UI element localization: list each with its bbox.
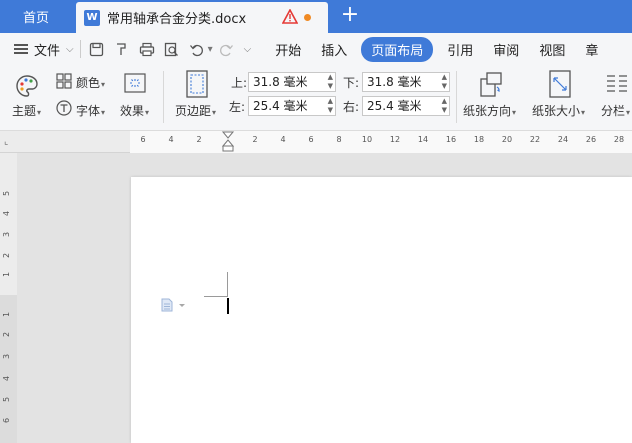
file-menu[interactable]: 文件 xyxy=(34,40,60,59)
indent-marker-icon[interactable] xyxy=(222,131,234,153)
tab-insert[interactable]: 插入 xyxy=(321,40,347,59)
tab-references[interactable]: 引用 xyxy=(447,40,473,59)
warning-icon[interactable] xyxy=(282,9,298,24)
ruler-tick: 6 xyxy=(140,135,146,144)
print-icon[interactable] xyxy=(137,39,157,59)
right-margin-label: 右: xyxy=(343,100,360,114)
ruler-tick: 5 xyxy=(2,190,12,197)
ruler-tick: 28 xyxy=(613,135,625,144)
hamburger-icon[interactable] xyxy=(14,44,28,54)
margins-button[interactable]: 页边距▾ xyxy=(175,102,216,119)
ribbon-divider xyxy=(163,71,164,123)
ruler-tick: 8 xyxy=(336,135,342,144)
ruler-tick: 6 xyxy=(308,135,314,144)
left-margin-label: 左: xyxy=(229,100,246,114)
tab-start[interactable]: 开始 xyxy=(275,40,301,59)
print-preview-icon[interactable] xyxy=(162,39,182,59)
wps-writer-icon: W xyxy=(84,9,100,26)
tab-strip: 首页 W 常用轴承合金分类.docx + xyxy=(0,0,632,33)
ruler-tick: 10 xyxy=(361,135,373,144)
ruler-tick: 18 xyxy=(473,135,485,144)
customize-qa-icon[interactable]: ⌵ xyxy=(244,44,252,55)
font-button[interactable]: 字体▾ xyxy=(76,102,105,119)
ruler-tick: 2 xyxy=(2,252,12,259)
tab-chapter[interactable]: 章 xyxy=(585,40,598,59)
ruler-tick: 2 xyxy=(2,331,12,338)
bottom-margin-input[interactable]: 31.8 毫米 ▲ ▼ xyxy=(362,72,450,92)
theme-button[interactable]: 主题▾ xyxy=(12,102,41,119)
top-margin-input[interactable]: 31.8 毫米 ▲ ▼ xyxy=(248,72,336,92)
effect-button[interactable]: 效果▾ xyxy=(120,102,149,119)
document-title: 常用轴承合金分类.docx xyxy=(107,12,247,27)
paper-size-icon[interactable] xyxy=(549,70,571,98)
chevron-down-icon[interactable]: ⌵ xyxy=(66,44,74,55)
save-icon[interactable] xyxy=(87,39,107,59)
left-margin-input[interactable]: 25.4 毫米 ▲ ▼ xyxy=(248,96,336,116)
ruler-tick: 3 xyxy=(2,231,12,238)
margin-crop-mark xyxy=(204,296,228,297)
tab-view[interactable]: 视图 xyxy=(539,40,565,59)
ribbon-divider xyxy=(456,71,457,123)
columns-icon[interactable] xyxy=(606,73,628,95)
tab-home[interactable]: 首页 xyxy=(0,0,72,33)
text-cursor xyxy=(227,298,229,314)
vertical-ruler[interactable]: 5 4 3 2 1 1 2 3 4 5 6 xyxy=(0,153,17,443)
bottom-margin-label: 下: xyxy=(343,76,360,90)
undo-dropdown-icon[interactable]: ▾ xyxy=(208,44,213,55)
tab-page-layout[interactable]: 页面布局 xyxy=(361,36,434,62)
ruler-tick: 1 xyxy=(2,271,12,278)
ruler-text-area xyxy=(130,131,632,153)
theme-palette-icon[interactable] xyxy=(14,73,40,99)
ruler-tick: 5 xyxy=(2,396,12,403)
color-button[interactable]: 颜色▾ xyxy=(76,74,105,91)
color-grid-icon[interactable] xyxy=(56,73,72,89)
ruler-tick: 6 xyxy=(2,417,12,424)
new-tab-button[interactable]: + xyxy=(338,4,362,28)
orientation-button[interactable]: 纸张方向▾ xyxy=(463,102,516,119)
tab-stop-icon[interactable]: ⌞ xyxy=(4,137,8,147)
paragraph-layout-icon[interactable] xyxy=(161,298,187,312)
format-painter-icon[interactable] xyxy=(112,39,132,59)
horizontal-ruler[interactable]: ⌞ 6 4 2 2 4 6 8 10 12 14 16 18 20 22 24 … xyxy=(0,131,632,153)
tab-document[interactable]: W 常用轴承合金分类.docx xyxy=(76,2,328,33)
margins-icon[interactable] xyxy=(186,70,208,98)
ruler-tick: 12 xyxy=(389,135,401,144)
document-page[interactable] xyxy=(131,177,632,443)
margin-crop-mark xyxy=(227,272,228,296)
orientation-icon[interactable] xyxy=(478,70,504,98)
undo-icon[interactable] xyxy=(187,39,207,59)
ruler-tick: 1 xyxy=(2,311,12,318)
effect-icon[interactable] xyxy=(124,73,146,93)
ruler-tick: 26 xyxy=(585,135,597,144)
right-margin-input[interactable]: 25.4 毫米 ▲ ▼ xyxy=(362,96,450,116)
ruler-tick: 3 xyxy=(2,353,12,360)
top-margin-label: 上: xyxy=(231,76,248,90)
ruler-tick: 16 xyxy=(445,135,457,144)
font-icon[interactable] xyxy=(56,100,72,116)
ruler-tick: 4 xyxy=(2,210,12,217)
ruler-tick: 14 xyxy=(417,135,429,144)
redo-icon[interactable] xyxy=(217,39,237,59)
ribbon: 主题▾ 颜色▾ 字体▾ 效果▾ 页边距▾ 上: 31.8 毫米 ▲ ▼ 左: 25.… xyxy=(0,65,632,131)
ruler-tick: 4 xyxy=(280,135,286,144)
ruler-tick: 24 xyxy=(557,135,569,144)
paper-size-button[interactable]: 纸张大小▾ xyxy=(532,102,585,119)
ruler-tick: 20 xyxy=(501,135,513,144)
ruler-tick: 4 xyxy=(168,135,174,144)
tab-review[interactable]: 审阅 xyxy=(493,40,519,59)
ruler-tick: 2 xyxy=(196,135,202,144)
ruler-tick: 4 xyxy=(2,375,12,382)
menu-bar: 文件 ⌵ ▾ ⌵ 开始 插入 页面布局 引用 审阅 视图 章 xyxy=(0,33,632,65)
ruler-tick: 2 xyxy=(252,135,258,144)
columns-button[interactable]: 分栏▾ xyxy=(601,102,630,119)
ruler-tick: 22 xyxy=(529,135,541,144)
unsaved-dot-icon xyxy=(304,14,311,21)
divider xyxy=(79,40,81,58)
